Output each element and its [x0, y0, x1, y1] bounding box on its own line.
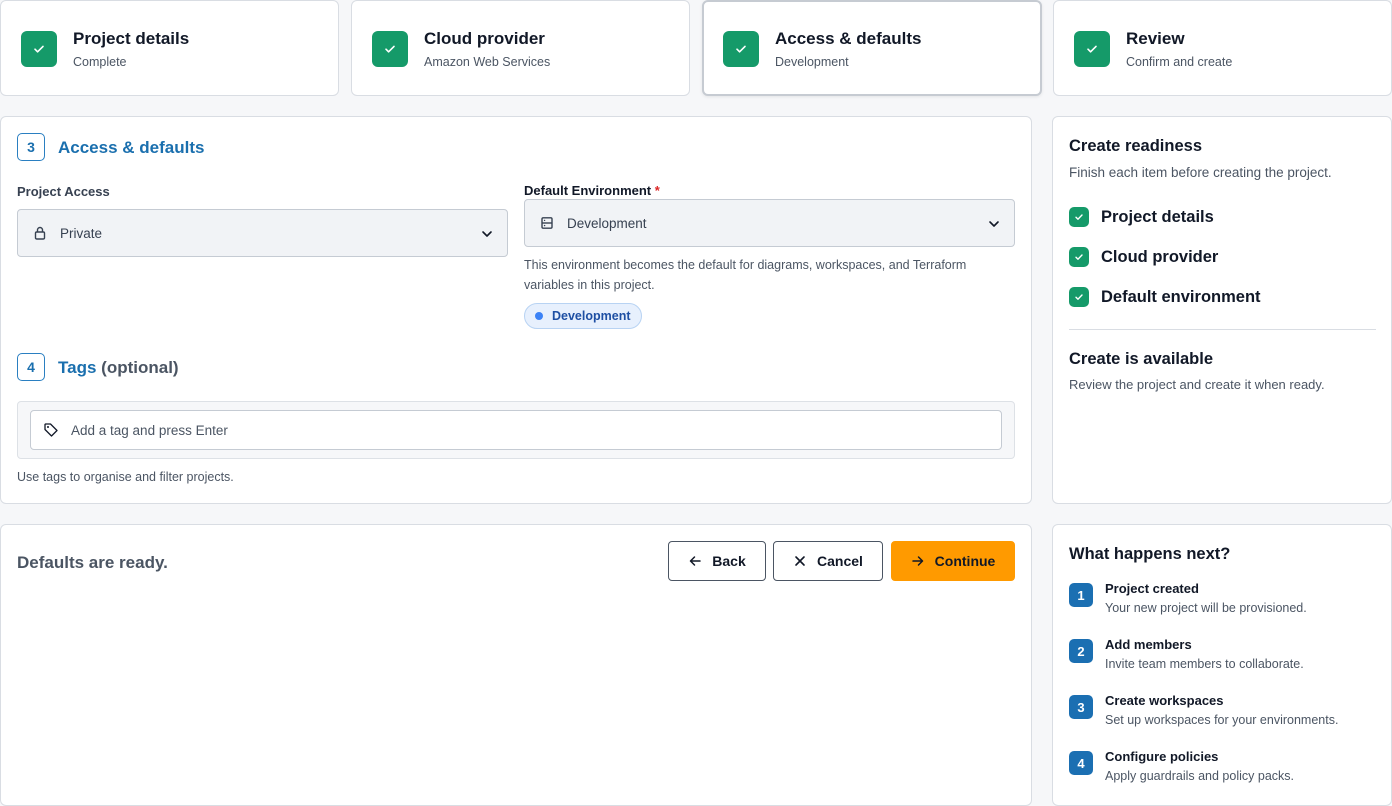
step-card-project-details[interactable]: Project details Complete	[0, 0, 339, 96]
next-step-description: Set up workspaces for your environments.	[1105, 713, 1339, 727]
next-step-description: Your new project will be provisioned.	[1105, 601, 1307, 615]
continue-button-label: Continue	[934, 553, 996, 569]
arrow-left-icon	[690, 556, 702, 566]
step-subtitle: Development	[775, 55, 849, 69]
section-title: Tags (optional)	[58, 358, 179, 378]
step-subtitle: Complete	[73, 55, 127, 69]
readiness-item: Cloud provider	[1069, 247, 1218, 267]
step-card-review[interactable]: Review Confirm and create	[1053, 0, 1392, 96]
tag-input-field[interactable]	[30, 410, 1002, 450]
footer-actions-panel: Defaults are ready. Back Cancel Continue	[0, 524, 1032, 806]
readiness-item: Default environment	[1069, 287, 1261, 307]
divider	[1069, 329, 1376, 330]
tags-title: Tags	[58, 358, 97, 377]
next-step-title: Create workspaces	[1105, 693, 1224, 708]
cancel-button[interactable]: Cancel	[773, 541, 883, 581]
readiness-item: Project details	[1069, 207, 1214, 227]
check-icon	[1069, 247, 1089, 267]
readiness-item-label: Cloud provider	[1101, 247, 1219, 266]
check-icon	[723, 31, 759, 67]
what-happens-next-panel: What happens next? 1 Project created You…	[1052, 524, 1392, 806]
lock-icon	[32, 225, 48, 241]
back-button-label: Back	[712, 553, 746, 569]
default-environment-label: Default Environment *	[524, 183, 660, 198]
continue-button[interactable]: Continue	[891, 541, 1015, 581]
project-access-select[interactable]: Private	[17, 209, 508, 257]
create-available-text: Review the project and create it when re…	[1069, 377, 1325, 392]
next-step-title: Project created	[1105, 581, 1199, 596]
environment-badge: Development	[524, 303, 642, 329]
chevron-down-icon	[482, 231, 492, 237]
next-step-title: Add members	[1105, 637, 1192, 652]
step-subtitle: Amazon Web Services	[424, 55, 551, 69]
close-icon	[795, 556, 805, 566]
check-icon	[21, 31, 57, 67]
step-title: Cloud provider	[424, 29, 545, 48]
step-title: Project details	[73, 29, 190, 48]
readiness-title: Create readiness	[1069, 137, 1202, 155]
next-step-description: Invite team members to collaborate.	[1105, 657, 1304, 671]
status-dot	[535, 312, 543, 320]
readiness-item-label: Project details	[1101, 207, 1214, 226]
create-available-title: Create is available	[1069, 350, 1214, 368]
step-subtitle: Confirm and create	[1126, 55, 1233, 69]
step-card-cloud-provider[interactable]: Cloud provider Amazon Web Services	[351, 0, 690, 96]
footer-status-message: Defaults are ready.	[17, 553, 168, 572]
chevron-down-icon	[989, 221, 999, 227]
step-card-access-defaults[interactable]: Access & defaults Development	[702, 0, 1042, 96]
readiness-subtitle: Finish each item before creating the pro…	[1069, 165, 1332, 180]
cancel-button-label: Cancel	[817, 553, 863, 569]
step-title: Review	[1126, 29, 1185, 48]
section-number: 4	[17, 353, 45, 381]
check-icon	[1069, 287, 1089, 307]
next-step-title: Configure policies	[1105, 749, 1219, 764]
create-readiness-panel: Create readiness Finish each item before…	[1052, 116, 1392, 504]
default-environment-select[interactable]: Development	[524, 199, 1015, 247]
arrow-right-icon	[911, 556, 923, 566]
required-marker: *	[654, 183, 660, 198]
step-title: Access & defaults	[775, 29, 922, 48]
default-environment-help: This environment becomes the default for…	[524, 258, 967, 292]
check-icon	[1069, 207, 1089, 227]
step-number: 1	[1069, 583, 1093, 607]
step-number: 4	[1069, 751, 1093, 775]
section-title: Access & defaults	[58, 138, 205, 157]
tag-input[interactable]	[71, 422, 951, 438]
tag-input-container	[17, 401, 1015, 459]
next-steps-title: What happens next?	[1069, 545, 1231, 563]
section-number: 3	[17, 133, 45, 161]
server-icon	[539, 215, 555, 231]
check-icon	[372, 31, 408, 67]
readiness-item-label: Default environment	[1101, 287, 1261, 306]
environment-badge-label: Development	[552, 309, 631, 323]
project-access-label: Project Access	[17, 184, 110, 199]
project-access-value: Private	[60, 225, 103, 241]
default-environment-value: Development	[567, 215, 647, 231]
next-step-description: Apply guardrails and policy packs.	[1105, 769, 1294, 783]
step-number: 3	[1069, 695, 1093, 719]
step-number: 2	[1069, 639, 1093, 663]
tag-icon	[43, 422, 59, 438]
default-environment-label-text: Default Environment	[524, 183, 652, 198]
optional-label: (optional)	[101, 358, 179, 377]
tags-help: Use tags to organise and filter projects…	[17, 470, 234, 484]
check-icon	[1074, 31, 1110, 67]
access-defaults-panel: 3 Access & defaults Project Access Priva…	[0, 116, 1032, 504]
back-button[interactable]: Back	[668, 541, 766, 581]
